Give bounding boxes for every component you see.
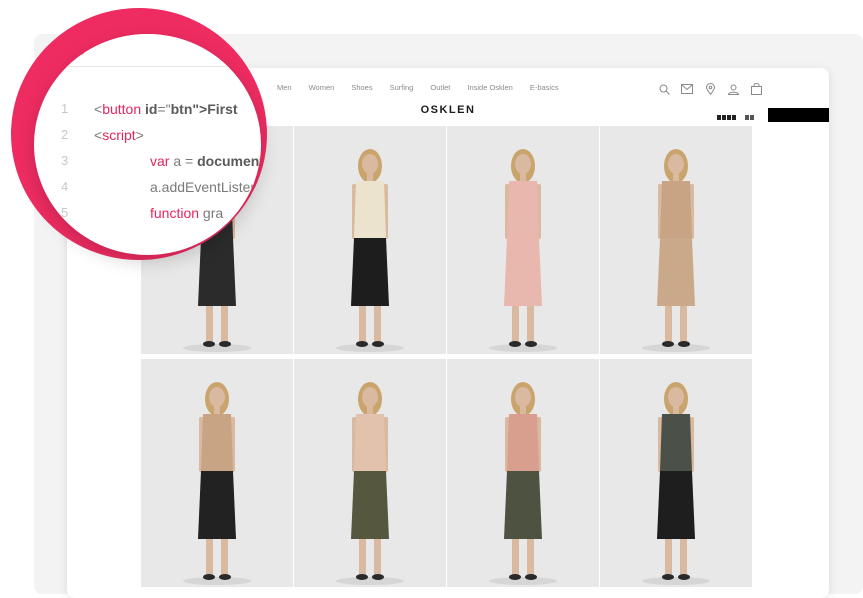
code-magnifier: 1 <button id="btn">First 2 <script> 3 var a =… [34, 34, 261, 255]
nav-icons [657, 82, 763, 96]
code-text: function gra [150, 205, 224, 221]
product-card[interactable] [600, 126, 752, 354]
model-photo [447, 126, 599, 354]
product-card[interactable] [447, 126, 599, 354]
product-card[interactable] [141, 359, 293, 587]
model-photo [294, 126, 446, 354]
code-line: 5 function gra [34, 200, 261, 226]
filter-bar[interactable] [768, 108, 829, 122]
code-line: 3 var a = document [34, 148, 261, 174]
model-photo [447, 359, 599, 587]
code-line: 1 <button id="btn">First [34, 96, 261, 122]
search-icon[interactable] [657, 82, 671, 96]
model-photo [600, 126, 752, 354]
maximize-dot-icon[interactable] [76, 46, 85, 55]
grid-2-icon[interactable] [745, 115, 754, 120]
nav-link-surfing[interactable]: Surfing [390, 83, 414, 92]
grid-4-icon[interactable] [717, 115, 736, 120]
code-text: a.addEventListener [150, 179, 261, 195]
product-card[interactable] [600, 359, 752, 587]
product-card[interactable] [447, 359, 599, 587]
minimize-dot-icon[interactable] [61, 46, 70, 55]
code-text: <script> [94, 127, 144, 143]
code-line: 2 <script> [34, 122, 261, 148]
code-line: 4 a.addEventListener [34, 174, 261, 200]
product-card[interactable] [294, 359, 446, 587]
mail-icon[interactable] [680, 82, 694, 96]
nav-link-outlet[interactable]: Outlet [430, 83, 450, 92]
view-toggle [717, 108, 829, 122]
close-dot-icon[interactable] [46, 46, 55, 55]
nav-link-women[interactable]: Women [309, 83, 335, 92]
user-icon[interactable] [726, 82, 740, 96]
window-title-bar [34, 34, 261, 67]
location-pin-icon[interactable] [703, 82, 717, 96]
model-photo [600, 359, 752, 587]
nav-links: Men Women Shoes Surfing Outlet Inside Os… [277, 83, 576, 92]
code-text: <button id="btn">First [94, 101, 238, 117]
nav-link-shoes[interactable]: Shoes [351, 83, 372, 92]
model-photo [294, 359, 446, 587]
line-number: 4 [61, 179, 69, 194]
code-editor: 1 <button id="btn">First 2 <script> 3 var a =… [34, 96, 261, 226]
shopping-bag-icon[interactable] [749, 82, 763, 96]
line-number: 1 [61, 101, 69, 116]
model-photo [141, 359, 293, 587]
line-number: 2 [61, 127, 69, 142]
product-card[interactable] [294, 126, 446, 354]
line-number: 3 [61, 153, 69, 168]
line-number: 5 [61, 205, 69, 220]
nav-link-men[interactable]: Men [277, 83, 292, 92]
code-text: var a = document [150, 153, 261, 169]
nav-link-e-basics[interactable]: E-basics [530, 83, 559, 92]
nav-link-inside-osklen[interactable]: Inside Osklen [467, 83, 512, 92]
